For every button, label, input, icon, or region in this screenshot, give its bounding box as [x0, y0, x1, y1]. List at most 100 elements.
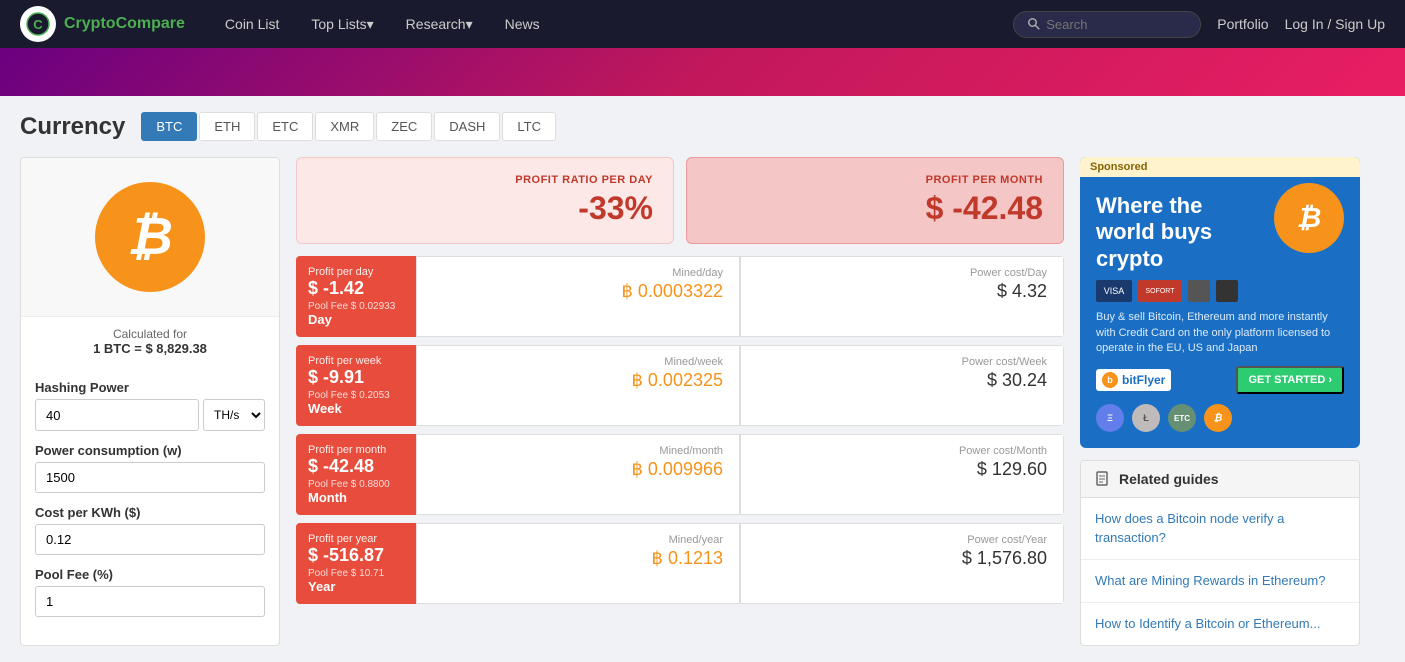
row-pool-fee: Pool Fee $ 10.71: [308, 568, 384, 579]
row-power-cell: Power cost/Day $ 4.32: [740, 256, 1064, 337]
search-box: [1013, 11, 1201, 38]
card-icon1: [1188, 280, 1210, 302]
row-profit-value: $ -9.91: [308, 367, 364, 388]
profit-summary: PROFIT RATIO PER DAY -33% PROFIT PER MON…: [296, 157, 1064, 244]
nav-links: Coin List Top Lists ▾ Research ▾ News: [209, 0, 1013, 48]
main-container: Currency BTCETHETCXMRZECDASHLTC ₿ Calcul…: [0, 96, 1380, 662]
row-mined-value: ฿ 0.002325: [433, 370, 723, 391]
btc-icon-wrap: ₿: [21, 158, 279, 316]
nav-coin-list[interactable]: Coin List: [209, 0, 295, 48]
power-consumption-field: Power consumption (w): [35, 443, 265, 493]
logo-icon: C: [20, 6, 56, 42]
row-power-value: $ 30.24: [757, 370, 1047, 391]
row-mined-value: ฿ 0.1213: [433, 548, 723, 569]
guide-item[interactable]: How does a Bitcoin node verify a transac…: [1081, 498, 1359, 559]
profit-month-label: PROFIT PER MONTH: [707, 174, 1043, 186]
page-title: Currency: [20, 113, 125, 141]
row-mined-label: Mined/week: [433, 356, 723, 368]
guide-item[interactable]: How to Identify a Bitcoin or Ethereum...: [1081, 603, 1359, 645]
ad-sponsored-label: Sponsored: [1080, 157, 1360, 177]
currency-tab-ltc[interactable]: LTC: [502, 112, 556, 141]
data-table: Profit per day $ -1.42 Pool Fee $ 0.0293…: [296, 256, 1064, 604]
pool-fee-field: Pool Fee (%): [35, 567, 265, 617]
guides-card: Related guides How does a Bitcoin node v…: [1080, 460, 1360, 646]
row-mined-value: ฿ 0.009966: [433, 459, 723, 480]
row-pool-fee: Pool Fee $ 0.02933: [308, 301, 395, 312]
profit-ratio-card: PROFIT RATIO PER DAY -33%: [296, 157, 674, 244]
coin-icons-row: VISA SOFORT: [1096, 280, 1344, 302]
cost-kwh-label: Cost per KWh ($): [35, 505, 265, 520]
row-label-day: Profit per day $ -1.42 Pool Fee $ 0.0293…: [296, 256, 416, 337]
ad-card: Sponsored ₿ Where the world buys crypto …: [1080, 157, 1360, 448]
row-label-week: Profit per week $ -9.91 Pool Fee $ 0.205…: [296, 345, 416, 426]
row-sublabel: Profit per month: [308, 444, 386, 456]
cost-kwh-input[interactable]: [35, 524, 265, 555]
etc-icon: ETC: [1168, 404, 1196, 432]
document-icon: [1095, 471, 1111, 487]
calc-for: Calculated for 1 BTC = $ 8,829.38: [21, 316, 279, 366]
row-mined-label: Mined/month: [433, 445, 723, 457]
table-row: Profit per month $ -42.48 Pool Fee $ 0.8…: [296, 434, 1064, 515]
table-row: Profit per day $ -1.42 Pool Fee $ 0.0293…: [296, 256, 1064, 337]
row-power-value: $ 4.32: [757, 281, 1047, 302]
row-power-value: $ 129.60: [757, 459, 1047, 480]
hashing-power-field: Hashing Power TH/s GH/s MH/s: [35, 380, 265, 431]
row-power-value: $ 1,576.80: [757, 548, 1047, 569]
row-period: Year: [308, 579, 335, 594]
logo[interactable]: C CryptoCompare: [20, 6, 185, 42]
row-period: Week: [308, 401, 342, 416]
row-power-label: Power cost/Year: [757, 534, 1047, 546]
svg-text:C: C: [33, 17, 43, 32]
logo-text: CryptoCompare: [64, 15, 185, 33]
ad-cta-button[interactable]: GET STARTED ›: [1236, 366, 1344, 394]
pool-fee-input[interactable]: [35, 586, 265, 617]
login-link[interactable]: Log In / Sign Up: [1285, 16, 1385, 32]
hashing-power-label: Hashing Power: [35, 380, 265, 395]
row-power-label: Power cost/Week: [757, 356, 1047, 368]
row-label-year: Profit per year $ -516.87 Pool Fee $ 10.…: [296, 523, 416, 604]
banner: [0, 48, 1405, 96]
nav-right: Portfolio Log In / Sign Up: [1217, 16, 1385, 32]
nav-top-lists[interactable]: Top Lists ▾: [295, 0, 389, 48]
currency-tab-etc[interactable]: ETC: [257, 112, 313, 141]
nav-news[interactable]: News: [489, 0, 556, 48]
currency-tab-btc[interactable]: BTC: [141, 112, 197, 141]
right-panel: Sponsored ₿ Where the world buys crypto …: [1080, 157, 1360, 646]
row-mined-value: ฿ 0.0003322: [433, 281, 723, 302]
row-power-label: Power cost/Day: [757, 267, 1047, 279]
currency-tab-zec[interactable]: ZEC: [376, 112, 432, 141]
pool-fee-label: Pool Fee (%): [35, 567, 265, 582]
profit-month-card: PROFIT PER MONTH $ -42.48: [686, 157, 1064, 244]
power-consumption-input[interactable]: [35, 462, 265, 493]
row-sublabel: Profit per year: [308, 533, 377, 545]
row-profit-value: $ -42.48: [308, 456, 374, 477]
row-mined-cell: Mined/year ฿ 0.1213: [416, 523, 740, 604]
portfolio-link[interactable]: Portfolio: [1217, 16, 1268, 32]
currency-tab-eth[interactable]: ETH: [199, 112, 255, 141]
row-mined-cell: Mined/week ฿ 0.002325: [416, 345, 740, 426]
row-power-cell: Power cost/Month $ 129.60: [740, 434, 1064, 515]
currency-tabs: BTCETHETCXMRZECDASHLTC: [141, 112, 556, 141]
search-input[interactable]: [1046, 17, 1186, 32]
row-profit-value: $ -516.87: [308, 545, 384, 566]
left-panel: ₿ Calculated for 1 BTC = $ 8,829.38 Hash…: [20, 157, 280, 646]
visa-icon: VISA: [1096, 280, 1132, 302]
guide-item[interactable]: What are Mining Rewards in Ethereum?: [1081, 560, 1359, 603]
row-pool-fee: Pool Fee $ 0.8800: [308, 479, 390, 490]
currency-tab-xmr[interactable]: XMR: [315, 112, 374, 141]
row-power-cell: Power cost/Week $ 30.24: [740, 345, 1064, 426]
hashing-power-input[interactable]: [35, 399, 199, 431]
sofort-icon: SOFORT: [1138, 280, 1182, 302]
row-period: Month: [308, 490, 347, 505]
search-icon: [1028, 18, 1040, 30]
currency-tab-dash[interactable]: DASH: [434, 112, 500, 141]
btc-circle: ₿: [95, 182, 205, 292]
btc-coin-icon: ₿: [1204, 404, 1232, 432]
row-mined-label: Mined/day: [433, 267, 723, 279]
row-period: Day: [308, 312, 332, 327]
btc-price: 1 BTC = $ 8,829.38: [31, 341, 269, 356]
hashing-power-row: TH/s GH/s MH/s: [35, 399, 265, 431]
nav-research[interactable]: Research ▾: [390, 0, 489, 48]
hashing-power-unit[interactable]: TH/s GH/s MH/s: [203, 399, 265, 431]
row-profit-value: $ -1.42: [308, 278, 364, 299]
